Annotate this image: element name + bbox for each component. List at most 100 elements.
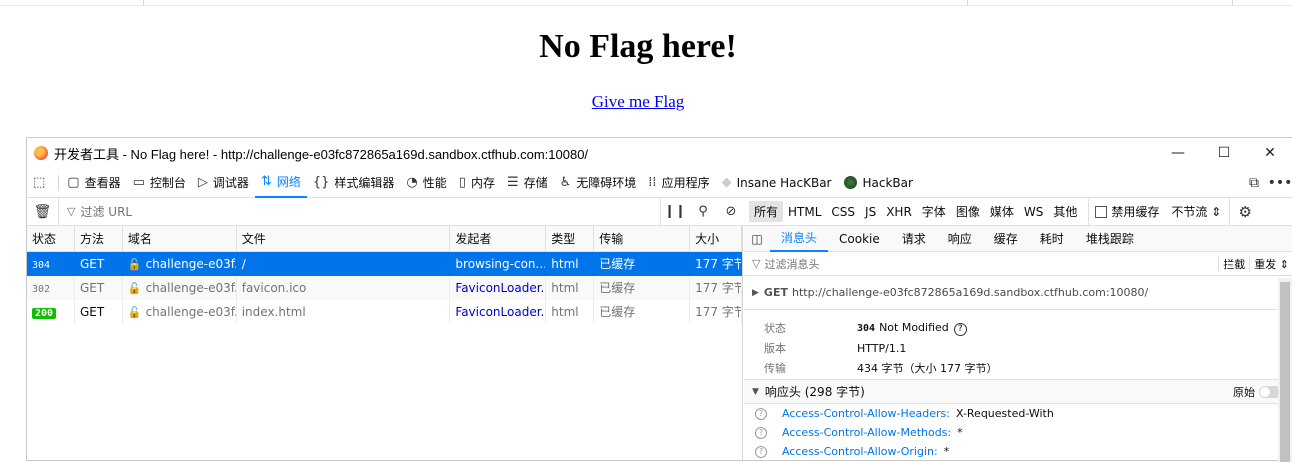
page-heading: No Flag here!	[539, 28, 737, 65]
response-headers-section[interactable]: ▼ 响应头 (298 字节) 原始	[744, 380, 1292, 404]
tab-accessibility[interactable]: ♿ 无障碍环境	[554, 168, 643, 198]
hackbar-insane-icon: ◆	[721, 175, 732, 190]
scrollbar-thumb[interactable]	[1280, 282, 1290, 462]
url-filter-placeholder: 过滤 URL	[80, 205, 133, 219]
column-domain[interactable]: 域名	[123, 226, 237, 251]
edge-divider	[967, 0, 968, 6]
block-button[interactable]: 拦截	[1218, 255, 1249, 272]
help-icon[interactable]: ?	[755, 407, 767, 420]
type-filter-js[interactable]: JS	[860, 203, 881, 221]
type-filter-html[interactable]: HTML	[783, 203, 826, 221]
type-filter-css[interactable]: CSS	[826, 203, 860, 221]
minimize-button[interactable]: —	[1155, 138, 1201, 168]
request-transfer: 已缓存	[594, 252, 691, 276]
tab-insane-hackbar[interactable]: ◆ Insane HacKBar	[716, 168, 838, 198]
column-initiator[interactable]: 发起者	[450, 226, 547, 251]
request-size: 177 字节	[690, 252, 742, 276]
window-title: 开发者工具 - No Flag here! - http://challenge…	[54, 146, 589, 162]
type-filter-media[interactable]: 媒体	[985, 201, 1019, 222]
details-scrollbar[interactable]	[1278, 278, 1292, 462]
search-icon[interactable]: ⚲	[689, 204, 717, 219]
give-flag-link[interactable]: Give me Flag	[0, 92, 1276, 112]
sidebar-toggle-icon[interactable]: ◫	[744, 232, 770, 246]
table-row[interactable]: 302 GET 🔓 challenge-e03f... favicon.ico F…	[27, 276, 742, 300]
header-row: ? Access-Control-Allow-Headers: X-Requeste…	[744, 404, 1292, 423]
insecure-lock-icon: 🔓	[127, 306, 142, 319]
header-value: X-Requested-With	[955, 407, 1054, 420]
tab-response[interactable]: 响应	[937, 226, 983, 252]
tab-storage[interactable]: ☰ 存储	[501, 168, 554, 198]
column-size[interactable]: 大小	[690, 226, 742, 251]
tab-cookie[interactable]: Cookie	[828, 226, 891, 252]
column-status[interactable]: 状态	[27, 226, 75, 251]
request-method: GET	[75, 276, 123, 300]
request-initiator[interactable]: browsing-con...	[450, 252, 547, 276]
filter-icon: ▽	[67, 205, 76, 218]
type-filter-all[interactable]: 所有	[749, 201, 784, 222]
type-filter-fonts[interactable]: 字体	[917, 201, 951, 222]
tab-hackbar[interactable]: HackBar	[838, 168, 919, 198]
type-filter-xhr[interactable]: XHR	[881, 203, 917, 221]
request-method: GET	[763, 286, 788, 299]
tab-debugger[interactable]: ▷ 调试器	[192, 168, 255, 198]
gear-icon[interactable]: ⚙	[1230, 203, 1260, 221]
more-menu-icon[interactable]: •••	[1267, 175, 1292, 191]
picker-icon: ⬚	[33, 175, 46, 190]
request-summary: 状态 304 Not Modified? 版本 HTTP/1.1 传输 434 字节（大…	[744, 310, 1292, 380]
type-filter-images[interactable]: 图像	[951, 201, 985, 222]
close-button[interactable]: ✕	[1247, 138, 1292, 168]
throttle-select[interactable]: 不节流 ⇕	[1171, 197, 1231, 226]
request-initiator[interactable]: FaviconLoader...	[450, 276, 547, 300]
table-row[interactable]: 304 GET 🔓 challenge-e03f... / browsing-co…	[27, 252, 742, 276]
column-type[interactable]: 类型	[546, 226, 595, 251]
type-filter-ws[interactable]: WS	[1019, 203, 1048, 221]
tab-label: HackBar	[862, 175, 913, 190]
tab-application[interactable]: ⁞⁞ 应用程序	[642, 168, 715, 198]
request-url-line[interactable]: ▶ GET http://challenge-e03fc872865a169d.…	[744, 276, 1292, 310]
request-initiator[interactable]: FaviconLoader...	[450, 300, 547, 324]
column-transfer[interactable]: 传输	[594, 226, 691, 251]
help-icon[interactable]: ?	[755, 445, 767, 458]
headers-filter-input[interactable]: ▽ 过滤消息头 拦截 重发 ⇕	[744, 252, 1292, 276]
tab-request[interactable]: 请求	[891, 226, 937, 252]
column-file[interactable]: 文件	[237, 226, 451, 251]
type-filters: 所有 HTML CSS JS XHR 字体 图像 媒体 WS 其他	[749, 198, 1082, 226]
tab-headers[interactable]: 消息头	[770, 226, 829, 252]
details-tabs: ◫ 消息头 Cookie 请求 响应 缓存 耗时 堆栈跟踪	[744, 226, 1292, 252]
tab-timings[interactable]: 耗时	[1029, 226, 1075, 252]
accessibility-icon: ♿	[559, 175, 572, 190]
block-icon[interactable]: ⊘	[717, 204, 745, 219]
dock-icon[interactable]: ⧉	[1241, 175, 1267, 191]
tab-memory[interactable]: ▯ 内存	[453, 168, 501, 198]
tab-console[interactable]: ▭ 控制台	[127, 168, 192, 198]
pause-icon[interactable]: ❙❙	[661, 204, 689, 219]
help-icon[interactable]: ?	[953, 322, 967, 336]
table-row[interactable]: 200 GET 🔓 challenge-e03f... index.html Fa…	[27, 300, 742, 324]
trash-icon[interactable]: 🗑	[27, 197, 59, 226]
url-filter-input[interactable]: ▽ 过滤 URL	[59, 197, 661, 226]
tab-style-editor[interactable]: {} 样式编辑器	[307, 168, 401, 198]
request-method: GET	[75, 252, 123, 276]
resend-button[interactable]: 重发 ⇕	[1249, 255, 1292, 272]
edge-divider	[143, 0, 144, 6]
firefox-icon	[34, 146, 48, 160]
tab-cache[interactable]: 缓存	[983, 226, 1029, 252]
element-picker-button[interactable]: ⬚	[27, 168, 56, 198]
tab-inspector[interactable]: ▢ 查看器	[61, 168, 126, 198]
disable-cache-checkbox[interactable]: 禁用缓存	[1088, 197, 1159, 226]
insecure-lock-icon: 🔓	[127, 258, 142, 271]
request-type: html	[546, 276, 595, 300]
maximize-button[interactable]: ☐	[1201, 138, 1247, 168]
tab-network[interactable]: ⇅ 网络	[254, 168, 307, 198]
status-code: 200	[32, 308, 57, 319]
hackbar-icon	[843, 176, 857, 189]
column-method[interactable]: 方法	[75, 226, 123, 251]
tab-stack-trace[interactable]: 堆栈跟踪	[1075, 226, 1145, 252]
type-filter-other[interactable]: 其他	[1048, 201, 1082, 222]
tab-performance[interactable]: ◔ 性能	[400, 168, 452, 198]
header-name: Access-Control-Allow-Origin:	[782, 445, 938, 458]
tab-label: 存储	[523, 176, 548, 190]
memory-icon: ▯	[458, 175, 466, 190]
request-details-panel: ◫ 消息头 Cookie 请求 响应 缓存 耗时 堆栈跟踪 ▽ 过滤消息头 拦截…	[744, 226, 1292, 462]
help-icon[interactable]: ?	[755, 426, 767, 439]
